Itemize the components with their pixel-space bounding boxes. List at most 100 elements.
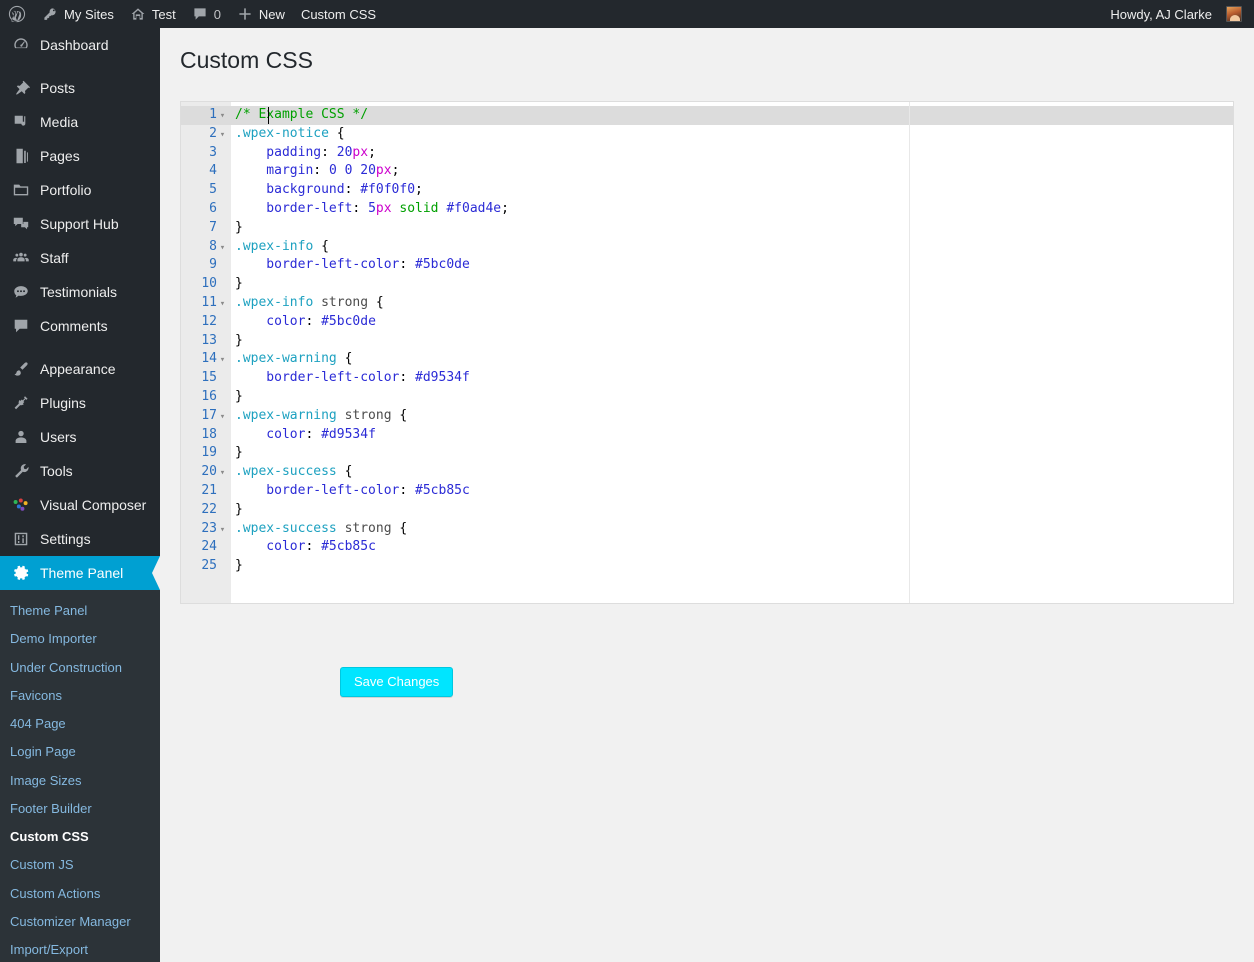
gutter-line-number[interactable]: 22 bbox=[181, 501, 231, 520]
gutter-line-number[interactable]: 6 bbox=[181, 200, 231, 219]
code-token-punc: ; bbox=[391, 163, 400, 179]
gutter-line-number[interactable]: 5 bbox=[181, 181, 231, 200]
gutter-line-number[interactable]: 1 ▾ bbox=[181, 106, 231, 125]
code-token-brace: { bbox=[321, 238, 329, 254]
sidebar-item-pages[interactable]: Pages bbox=[0, 139, 160, 173]
submenu-item-under-construction[interactable]: Under Construction bbox=[0, 654, 160, 682]
fold-arrow-icon[interactable]: ▾ bbox=[217, 126, 228, 145]
gutter-line-number[interactable]: 17 ▾ bbox=[181, 407, 231, 426]
submenu-item-image-sizes[interactable]: Image Sizes bbox=[0, 767, 160, 795]
gutter-line-number[interactable]: 12 bbox=[181, 313, 231, 332]
code-token-prop: color bbox=[235, 313, 306, 329]
code-token-prop: background bbox=[235, 182, 345, 198]
gutter-line-number[interactable]: 13 bbox=[181, 332, 231, 351]
sidebar-item-media[interactable]: Media bbox=[0, 105, 160, 139]
code-token-punc: : bbox=[313, 163, 329, 179]
sidebar-item-theme-panel[interactable]: Theme Panel bbox=[0, 556, 160, 590]
submenu-item-import-export[interactable]: Import/Export bbox=[0, 936, 160, 962]
code-line: .wpex-warning { bbox=[231, 350, 1233, 369]
code-token-prop: color bbox=[235, 426, 306, 442]
sidebar-item-label: Pages bbox=[40, 148, 80, 164]
submenu-item-login-page[interactable]: Login Page bbox=[0, 738, 160, 766]
comments-menu[interactable]: 0 bbox=[184, 0, 229, 28]
fold-arrow-icon[interactable]: ▾ bbox=[217, 295, 228, 314]
code-token-val: #f0ad4e bbox=[446, 200, 502, 216]
gutter-line-number[interactable]: 14 ▾ bbox=[181, 350, 231, 369]
gutter-line-number[interactable]: 9 bbox=[181, 256, 231, 275]
sidebar-item-posts[interactable]: Posts bbox=[0, 71, 160, 105]
wp-logo-menu[interactable] bbox=[0, 0, 34, 28]
submenu-item-404-page[interactable]: 404 Page bbox=[0, 710, 160, 738]
sidebar-item-label: Testimonials bbox=[40, 284, 118, 300]
gutter-line-number[interactable]: 18 bbox=[181, 426, 231, 445]
pages-icon bbox=[10, 146, 32, 166]
new-content-menu[interactable]: New bbox=[229, 0, 293, 28]
gutter-line-number[interactable]: 2 ▾ bbox=[181, 125, 231, 144]
key-icon bbox=[42, 6, 58, 22]
submenu-item-demo-importer[interactable]: Demo Importer bbox=[0, 625, 160, 653]
gutter-line-number[interactable]: 21 bbox=[181, 482, 231, 501]
sidebar-item-comments[interactable]: Comments bbox=[0, 309, 160, 343]
sidebar-separator bbox=[0, 62, 160, 71]
sidebar-item-users[interactable]: Users bbox=[0, 420, 160, 454]
site-name-menu[interactable]: Test bbox=[122, 0, 184, 28]
gutter-line-number[interactable]: 25 bbox=[181, 557, 231, 576]
current-page-crumb[interactable]: Custom CSS bbox=[293, 0, 384, 28]
save-changes-button[interactable]: Save Changes bbox=[340, 667, 454, 697]
editor-code-lines: /* Example CSS */ .wpex-notice { padding:… bbox=[231, 106, 1233, 576]
submenu-item-customizer-manager[interactable]: Customizer Manager bbox=[0, 908, 160, 936]
code-token-brace: } bbox=[235, 276, 243, 292]
gutter-line-number[interactable]: 11 ▾ bbox=[181, 294, 231, 313]
code-token-prop: padding bbox=[235, 144, 322, 160]
code-line: } bbox=[231, 501, 1233, 520]
sidebar-item-staff[interactable]: Staff bbox=[0, 241, 160, 275]
sidebar-item-plugins[interactable]: Plugins bbox=[0, 386, 160, 420]
submenu-item-custom-actions[interactable]: Custom Actions bbox=[0, 880, 160, 908]
sidebar-item-visual-composer[interactable]: Visual Composer bbox=[0, 488, 160, 522]
gutter-line-number[interactable]: 19 bbox=[181, 444, 231, 463]
code-token-brace: { bbox=[399, 407, 408, 423]
gutter-line-number[interactable]: 16 bbox=[181, 388, 231, 407]
code-line: .wpex-info { bbox=[231, 238, 1233, 257]
gutter-line-number[interactable]: 24 bbox=[181, 538, 231, 557]
my-sites-menu[interactable]: My Sites bbox=[34, 0, 122, 28]
gutter-line-number[interactable]: 3 bbox=[181, 144, 231, 163]
fold-arrow-icon[interactable]: ▾ bbox=[217, 408, 228, 427]
sidebar-item-settings[interactable]: Settings bbox=[0, 522, 160, 556]
fold-arrow-icon[interactable]: ▾ bbox=[217, 521, 228, 540]
custom-css-code-editor[interactable]: 1 ▾ 2 ▾ 3 4 5 6 7 8 ▾ 9 10 11 ▾ 12 13 14 ▾ 15 16 17 ▾ 18 19 20 ▾ 21… bbox=[180, 101, 1234, 604]
submenu-item-custom-css[interactable]: Custom CSS bbox=[0, 823, 160, 851]
fold-arrow-icon[interactable]: ▾ bbox=[217, 107, 228, 126]
fold-arrow-icon[interactable]: ▾ bbox=[217, 351, 228, 370]
gutter-line-number[interactable]: 20 ▾ bbox=[181, 463, 231, 482]
submenu-item-custom-js[interactable]: Custom JS bbox=[0, 851, 160, 879]
gear-icon bbox=[10, 563, 32, 583]
settings-sliders-icon bbox=[10, 529, 32, 549]
gutter-line-number[interactable]: 23 ▾ bbox=[181, 520, 231, 539]
gutter-line-number[interactable]: 7 bbox=[181, 219, 231, 238]
sidebar-item-tools[interactable]: Tools bbox=[0, 454, 160, 488]
code-line: color: #5bc0de bbox=[231, 313, 1233, 332]
sidebar-item-dashboard[interactable]: Dashboard bbox=[0, 28, 160, 62]
code-token-punc: : bbox=[321, 144, 337, 160]
sidebar-item-portfolio[interactable]: Portfolio bbox=[0, 173, 160, 207]
submenu-item-favicons[interactable]: Favicons bbox=[0, 682, 160, 710]
sidebar-item-appearance[interactable]: Appearance bbox=[0, 352, 160, 386]
current-page-label: Custom CSS bbox=[300, 6, 377, 22]
sidebar-item-support-hub[interactable]: Support Hub bbox=[0, 207, 160, 241]
fold-arrow-icon[interactable]: ▾ bbox=[217, 464, 228, 483]
submenu-item-theme-panel[interactable]: Theme Panel bbox=[0, 597, 160, 625]
fold-arrow-icon[interactable]: ▾ bbox=[217, 239, 228, 258]
gutter-line-number[interactable]: 10 bbox=[181, 275, 231, 294]
gutter-line-number[interactable]: 4 bbox=[181, 162, 231, 181]
submenu-item-footer-builder[interactable]: Footer Builder bbox=[0, 795, 160, 823]
code-token-punc: ; bbox=[415, 182, 423, 198]
page-title: Custom CSS bbox=[180, 47, 313, 73]
editor-code-area[interactable]: /* Example CSS */ .wpex-notice { padding:… bbox=[231, 102, 1233, 603]
gutter-line-number[interactable]: 8 ▾ bbox=[181, 238, 231, 257]
gutter-line-number[interactable]: 15 bbox=[181, 369, 231, 388]
code-token-sel: .wpex-info bbox=[235, 238, 314, 254]
sidebar-item-testimonials[interactable]: Testimonials bbox=[0, 275, 160, 309]
account-menu[interactable]: Howdy, AJ Clarke bbox=[1102, 0, 1254, 28]
code-token-punc: : bbox=[305, 313, 322, 329]
